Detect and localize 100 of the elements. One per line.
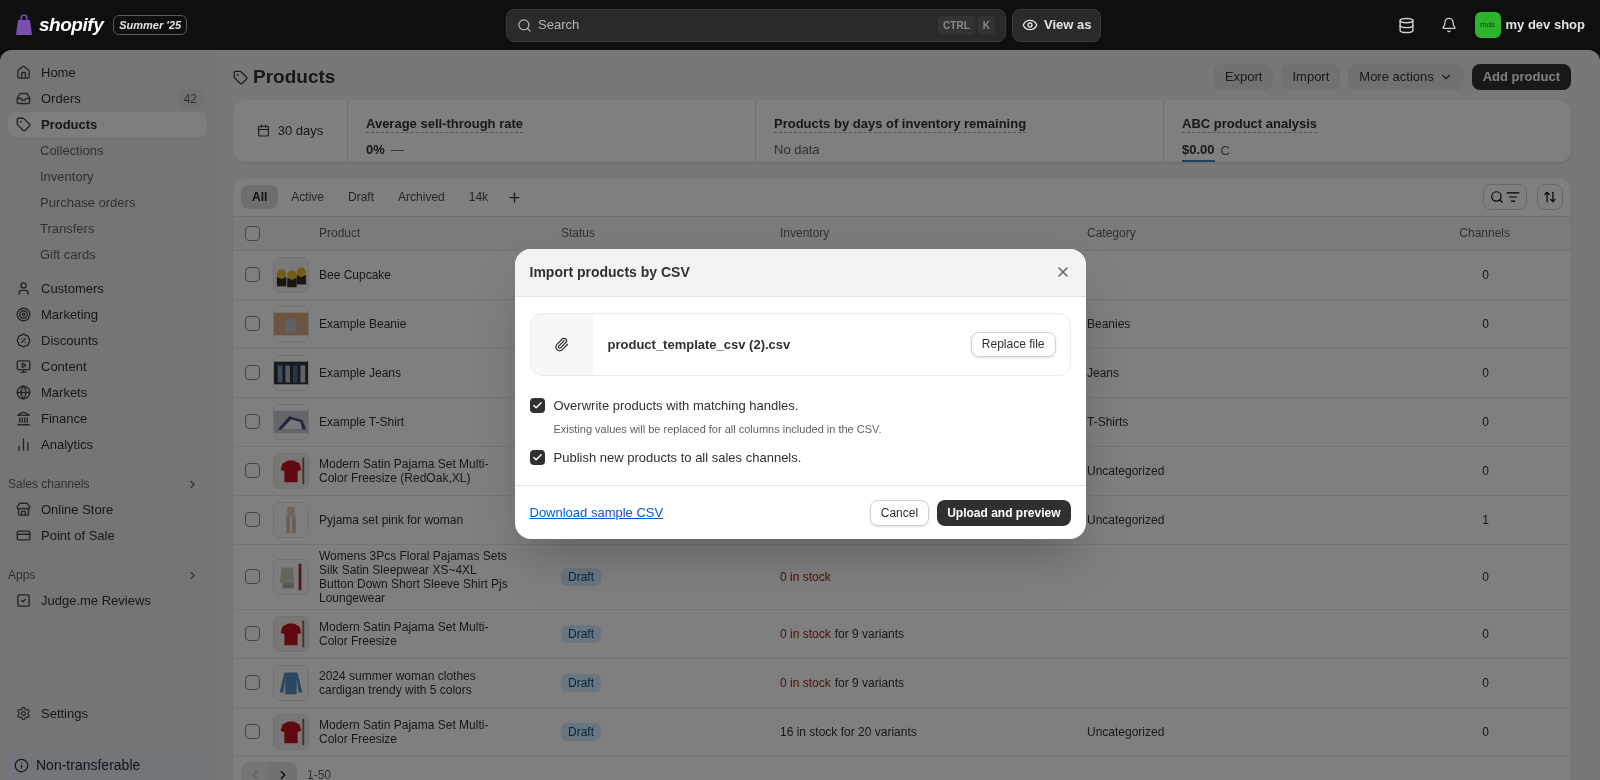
checkbox[interactable] [245, 365, 260, 380]
product-row[interactable]: Modern Satin Pajama Set Multi-Color Freesize Draft 16 in stock for 20 variants Uncategorized 0 [233, 707, 1571, 757]
next-page-button[interactable] [269, 761, 297, 780]
sidebar-item[interactable]: Customers [8, 276, 207, 301]
checkbox[interactable] [245, 569, 260, 584]
filter-icon [1506, 190, 1520, 204]
sidebar-item[interactable]: Content [8, 354, 207, 379]
checkbox[interactable] [245, 463, 260, 478]
checkbox[interactable] [529, 450, 545, 465]
filter-tab[interactable]: All [241, 185, 279, 209]
metric-title[interactable]: Products by days of inventory remaining [774, 116, 1027, 133]
filter-tab[interactable]: Archived [387, 185, 456, 209]
checkbox[interactable] [529, 398, 545, 413]
product-row[interactable]: Womens 3Pcs Floral Pajamas Sets Silk Satin Sleepwear XS~4XL Button Down Short Sleeve Shirt Pjs Loungewear Draft 0 in stock 0 [233, 544, 1571, 610]
sidebar-item[interactable]: Orders 42 [8, 86, 207, 111]
dialog-title: Import products by CSV [529, 262, 691, 282]
status-badge: Draft [561, 722, 601, 741]
stock-note: for 9 variants [834, 625, 905, 643]
home-icon [16, 65, 31, 80]
status-badge: Draft [561, 624, 601, 643]
checkbox[interactable] [245, 267, 260, 282]
sidebar-item[interactable]: Settings [8, 701, 207, 726]
bar-chart-icon [16, 437, 31, 452]
inbox-icon [16, 91, 31, 106]
sidebar-item[interactable]: Analytics [8, 432, 207, 457]
paperclip-icon [554, 336, 569, 352]
checked-square-icon [16, 593, 31, 608]
filter-tab[interactable]: Draft [337, 185, 386, 209]
stock-note: for 9 variants [834, 674, 905, 692]
person-icon [16, 281, 31, 296]
check-icon [531, 452, 543, 463]
add-view-icon[interactable] [507, 189, 523, 205]
store-avatar[interactable]: mds [1474, 12, 1501, 38]
sidebar-item[interactable]: Online Store [8, 497, 207, 522]
metric-value: $0.00 [1182, 140, 1215, 162]
status-badge: Draft [561, 567, 601, 586]
sidebar-item[interactable]: Point of Sale [8, 523, 207, 548]
product-row[interactable]: Modern Satin Pajama Set Multi-Color Freesize Draft 0 in stock for 9 variants 0 [233, 609, 1571, 659]
sidebar-item[interactable]: Collections [8, 138, 207, 163]
checkbox[interactable] [245, 316, 260, 331]
replace-file-button[interactable]: Replace file [970, 331, 1056, 357]
filter-tab[interactable]: Active [280, 185, 336, 209]
sidebar-item[interactable]: Marketing [8, 302, 207, 327]
sidebar-item[interactable]: Inventory [8, 164, 207, 189]
sidebar-item[interactable]: Gift cards [8, 242, 207, 267]
page-title: Products [253, 64, 336, 89]
upload-button[interactable]: Upload and preview [937, 499, 1071, 526]
metric-value: No data [774, 141, 820, 159]
download-sample-link[interactable]: Download sample CSV [529, 503, 862, 523]
shortcut-key: K [977, 15, 995, 35]
search-filter-button[interactable] [1483, 184, 1527, 210]
action-button[interactable]: Export [1213, 64, 1274, 90]
sidebar-item[interactable]: Purchase orders [8, 190, 207, 215]
product-row[interactable]: 2024 summer woman clothes cardigan trendy with 5 colors Draft 0 in stock for 9 variants 0 [233, 658, 1571, 708]
action-button[interactable]: More actions [1348, 64, 1464, 90]
sidebar-item[interactable]: Markets [8, 380, 207, 405]
date-range-button[interactable]: 30 days [233, 100, 348, 162]
add-product-button[interactable]: Add product [1471, 64, 1571, 90]
filter-tab[interactable]: 14k [457, 185, 500, 209]
sidebar-item[interactable]: Transfers [8, 216, 207, 241]
product-name: Pyjama set pink for woman [319, 512, 464, 527]
search-field[interactable]: Search CTRL K [506, 8, 1006, 42]
check-icon [531, 400, 543, 411]
category-cell: Uncategorized [1087, 724, 1165, 739]
store-name[interactable]: my dev shop [1505, 15, 1585, 35]
checkbox[interactable] [245, 675, 260, 690]
section-header[interactable]: Apps [8, 564, 207, 586]
channels-cell: 0 [1482, 724, 1489, 739]
checkbox[interactable] [245, 626, 260, 641]
metric-title[interactable]: Average sell-through rate [366, 116, 523, 133]
bell-icon[interactable] [1440, 17, 1457, 33]
view-as-button[interactable]: View as [1012, 8, 1102, 42]
column-header: Status [561, 225, 597, 242]
cancel-button[interactable]: Cancel [869, 499, 930, 526]
action-button[interactable]: Import [1281, 64, 1341, 90]
database-icon[interactable] [1397, 16, 1415, 34]
checkbox[interactable] [245, 225, 260, 241]
sidebar-item[interactable]: Discounts [8, 328, 207, 353]
product-name: Example Jeans [319, 365, 402, 380]
search-input[interactable]: Search [538, 15, 933, 35]
logo-text: shopify [39, 12, 104, 37]
metric-title[interactable]: ABC product analysis [1182, 116, 1318, 133]
checkbox[interactable] [245, 724, 260, 739]
option-label: Overwrite products with matching handles. [553, 396, 799, 415]
count-badge: 42 [177, 89, 203, 108]
sidebar-item[interactable]: Finance [8, 406, 207, 431]
stock-warning: 0 in stock [780, 625, 831, 643]
product-name: Example Beanie [319, 316, 407, 331]
channels-cell: 0 [1482, 626, 1489, 641]
checkbox[interactable] [245, 414, 260, 429]
sidebar-item[interactable]: Judge.me Reviews [8, 588, 207, 613]
sidebar-item[interactable]: Products [8, 112, 207, 137]
channels-cell: 1 [1482, 512, 1489, 527]
sidebar-item[interactable]: Home [8, 60, 207, 85]
checkbox[interactable] [245, 512, 260, 527]
plan-notice[interactable]: Non-transferable [8, 750, 207, 780]
category-cell: Beanies [1087, 316, 1131, 331]
column-header: Inventory [780, 225, 831, 242]
sort-button[interactable] [1537, 184, 1563, 210]
section-header[interactable]: Sales channels [8, 473, 207, 495]
